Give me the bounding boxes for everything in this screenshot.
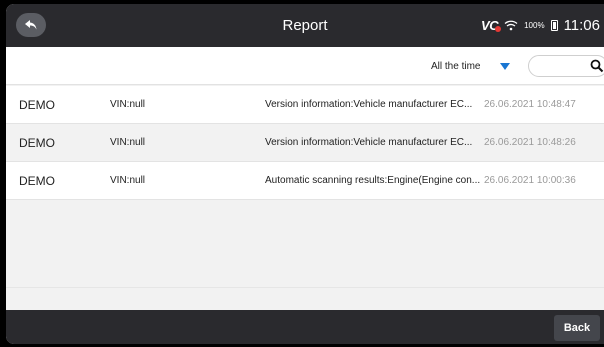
top-bar: Report VC 100% 11:06 [6, 4, 604, 47]
app-screen: Report VC 100% 11:06 All the time DEMO V… [6, 4, 604, 344]
battery-percent: 100% [524, 21, 545, 30]
report-description: Version information:Vehicle manufacturer… [265, 137, 473, 148]
battery-icon [550, 20, 558, 31]
filter-bar: All the time [6, 47, 604, 85]
bottom-bar: Back [6, 310, 604, 344]
report-name: DEMO [19, 136, 55, 150]
status-bar: VC 100% 11:06 [481, 4, 600, 47]
dropdown-triangle-icon [500, 63, 510, 70]
report-row[interactable]: DEMO VIN:null Automatic scanning results… [6, 162, 604, 200]
back-arrow-icon [25, 20, 37, 30]
vci-logo: VC [481, 18, 502, 33]
search-icon[interactable] [590, 59, 604, 73]
clock: 11:06 [563, 17, 600, 34]
report-vin: VIN:null [110, 99, 146, 110]
report-date: 26.06.2021 10:48:47 [484, 99, 576, 110]
back-button[interactable]: Back [554, 315, 600, 341]
report-row[interactable]: DEMO VIN:null Version information:Vehicl… [6, 124, 604, 162]
time-range-dropdown[interactable]: All the time [424, 55, 518, 77]
report-row[interactable]: DEMO VIN:null Version information:Vehicl… [6, 86, 604, 124]
report-name: DEMO [19, 98, 55, 112]
header-back-button[interactable] [16, 13, 46, 37]
report-date: 26.06.2021 10:48:26 [484, 137, 576, 148]
vci-connection-dot [495, 26, 502, 32]
report-vin: VIN:null [110, 137, 146, 148]
divider [6, 287, 604, 288]
empty-list-area [6, 200, 604, 310]
report-description: Automatic scanning results:Engine(Engine… [265, 175, 481, 186]
wifi-icon [504, 20, 518, 31]
device-frame: Report VC 100% 11:06 All the time DEMO V… [0, 0, 604, 347]
report-name: DEMO [19, 174, 55, 188]
report-date: 26.06.2021 10:00:36 [484, 175, 576, 186]
time-range-value: All the time [431, 60, 481, 72]
report-description: Version information:Vehicle manufacturer… [265, 99, 473, 110]
report-vin: VIN:null [110, 175, 146, 186]
report-list: DEMO VIN:null Version information:Vehicl… [6, 86, 604, 200]
